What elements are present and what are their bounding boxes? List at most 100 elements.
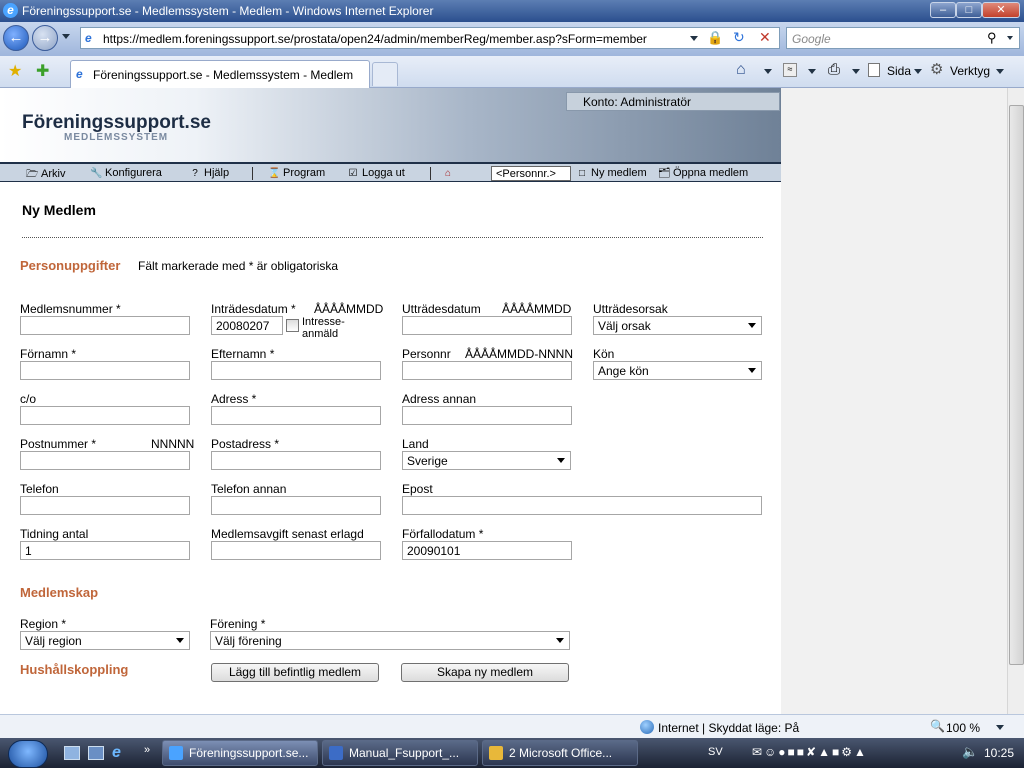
tab-active[interactable]: e Föreningssupport.se - Medlemssystem - … <box>70 60 370 88</box>
search-icon[interactable]: ⚲ <box>987 30 997 46</box>
forward-button[interactable]: → <box>32 25 58 51</box>
feeds-icon[interactable]: ≈ <box>783 63 797 77</box>
history-dropdown-icon[interactable] <box>62 34 70 39</box>
due-date-label: Förfallodatum * <box>402 527 484 541</box>
address-dropdown-icon[interactable] <box>690 36 698 41</box>
menu-archive[interactable]: 🗁 Arkiv <box>26 167 65 184</box>
address-input[interactable] <box>211 406 381 425</box>
refresh-icon[interactable]: ↻ <box>733 29 751 47</box>
tray-icons[interactable]: ✉☺●■■✘▲■⚙▲ <box>752 745 868 759</box>
print-icon[interactable]: ⎙ <box>828 61 840 78</box>
globe-icon <box>640 720 654 734</box>
add-favorites-icon[interactable]: ✚ <box>36 61 49 81</box>
menu-home[interactable]: ⌂ <box>442 167 457 179</box>
menu-configure[interactable]: 🔧 Konfigurera <box>90 167 162 179</box>
volume-icon[interactable]: 🔈 <box>962 744 978 760</box>
zoom-dropdown-icon[interactable] <box>996 725 1004 730</box>
fee-paid-input[interactable] <box>211 541 381 560</box>
join-date-input[interactable]: 20080207 <box>211 316 283 335</box>
maximize-button[interactable]: □ <box>956 2 982 18</box>
clock[interactable]: 10:25 <box>984 746 1014 760</box>
menu-archive-label: Arkiv <box>41 168 66 180</box>
zoom-level[interactable]: 100 % <box>946 721 980 735</box>
start-button[interactable] <box>8 740 48 768</box>
exit-reason-select[interactable]: Välj orsak <box>593 316 762 335</box>
menu-open-member[interactable]: 🗂 Öppna medlem <box>658 167 748 179</box>
close-button[interactable]: ✕ <box>982 2 1020 18</box>
page-content: Konto: Administratör Föreningssupport.se… <box>0 88 1024 714</box>
back-button[interactable]: ← <box>3 25 29 51</box>
ie-logo-icon: e <box>3 3 18 18</box>
quicklaunch-overflow-icon[interactable]: » <box>144 744 150 756</box>
due-date-input[interactable]: 20090101 <box>402 541 572 560</box>
search-placeholder: Google <box>792 32 831 46</box>
taskbar-item-office[interactable]: 2 Microsoft Office... <box>482 740 638 766</box>
scrollbar-thumb[interactable] <box>1009 105 1024 665</box>
postcode-label: Postnummer * <box>20 437 97 451</box>
address-bar[interactable]: e https://medlem.foreningssupport.se/pro… <box>80 27 780 49</box>
help-icon: ? <box>192 168 198 179</box>
required-note: Fält markerade med * är obligatoriska <box>138 259 339 273</box>
new-tab-button[interactable] <box>372 62 398 86</box>
feeds-dropdown-icon[interactable] <box>808 69 816 74</box>
personnr-field[interactable] <box>402 361 572 380</box>
language-indicator[interactable]: SV <box>708 746 723 758</box>
personnr-input[interactable]: <Personnr.> <box>491 166 571 181</box>
postal-address-input[interactable] <box>211 451 381 470</box>
menu-new-member[interactable]: □ Ny medlem <box>576 167 647 179</box>
search-box[interactable]: Google ⚲ <box>786 27 1020 49</box>
lock-icon[interactable]: 🔒 <box>707 30 723 45</box>
menu-program[interactable]: ⌛ Program <box>268 167 325 179</box>
phone-input[interactable] <box>20 496 190 515</box>
stop-icon[interactable]: ✕ <box>759 29 777 47</box>
show-desktop-icon[interactable] <box>64 746 80 760</box>
association-label: Förening * <box>210 617 266 631</box>
phone-other-input[interactable] <box>211 496 381 515</box>
home-icon[interactable]: ⌂ <box>736 61 746 79</box>
menu-logout[interactable]: ☑ Logga ut <box>347 167 405 179</box>
security-zone[interactable]: Internet | Skyddat läge: På <box>658 721 799 735</box>
menu-help[interactable]: ? Hjälp <box>189 167 229 179</box>
co-input[interactable] <box>20 406 190 425</box>
section-membership: Medlemskap <box>20 585 99 600</box>
print-dropdown-icon[interactable] <box>852 69 860 74</box>
vertical-scrollbar[interactable] <box>1007 88 1024 714</box>
chevron-down-icon <box>557 458 565 463</box>
minimize-button[interactable]: – <box>930 2 956 18</box>
newspaper-label: Tidning antal <box>20 527 89 541</box>
create-new-member-button[interactable]: Skapa ny medlem <box>401 663 569 682</box>
favorites-star-icon[interactable]: ★ <box>8 61 22 81</box>
app-logo-subtitle: MEDLEMSSYSTEM <box>64 132 169 143</box>
switch-windows-icon[interactable] <box>88 746 104 760</box>
exit-date-input[interactable] <box>402 316 572 335</box>
ie-quicklaunch-icon[interactable]: e <box>112 744 121 762</box>
gender-label: Kön <box>593 347 615 361</box>
region-label: Region * <box>20 617 67 631</box>
postcode-input[interactable] <box>20 451 190 470</box>
interest-checkbox[interactable] <box>286 319 299 332</box>
member-number-input[interactable] <box>20 316 190 335</box>
home-dropdown-icon[interactable] <box>764 69 772 74</box>
exit-date-format: ÅÅÅÅMMDD <box>502 302 572 316</box>
join-date-label: Inträdesdatum * <box>211 302 296 316</box>
association-select[interactable]: Välj förening <box>210 631 570 650</box>
address-url: https://medlem.foreningssupport.se/prost… <box>103 32 647 46</box>
gender-select[interactable]: Ange kön <box>593 361 762 380</box>
country-select[interactable]: Sverige <box>402 451 571 470</box>
taskbar-item-manual[interactable]: Manual_Fsupport_... <box>322 740 478 766</box>
page-dropdown-icon[interactable] <box>914 69 922 74</box>
menu-configure-label: Konfigurera <box>105 167 162 179</box>
address-other-input[interactable] <box>402 406 572 425</box>
email-field[interactable] <box>402 496 762 515</box>
region-select[interactable]: Välj region <box>20 631 190 650</box>
newspaper-input[interactable]: 1 <box>20 541 190 560</box>
add-existing-member-button[interactable]: Lägg till befintlig medlem <box>211 663 379 682</box>
tools-menu[interactable]: Verktyg <box>950 64 990 78</box>
taskbar-item-ie[interactable]: Föreningssupport.se... <box>162 740 318 766</box>
tools-dropdown-icon[interactable] <box>996 69 1004 74</box>
word-icon <box>329 746 343 760</box>
page-menu[interactable]: Sida <box>887 64 911 78</box>
last-name-input[interactable] <box>211 361 381 380</box>
search-dropdown-icon[interactable] <box>1007 36 1013 40</box>
first-name-input[interactable] <box>20 361 190 380</box>
